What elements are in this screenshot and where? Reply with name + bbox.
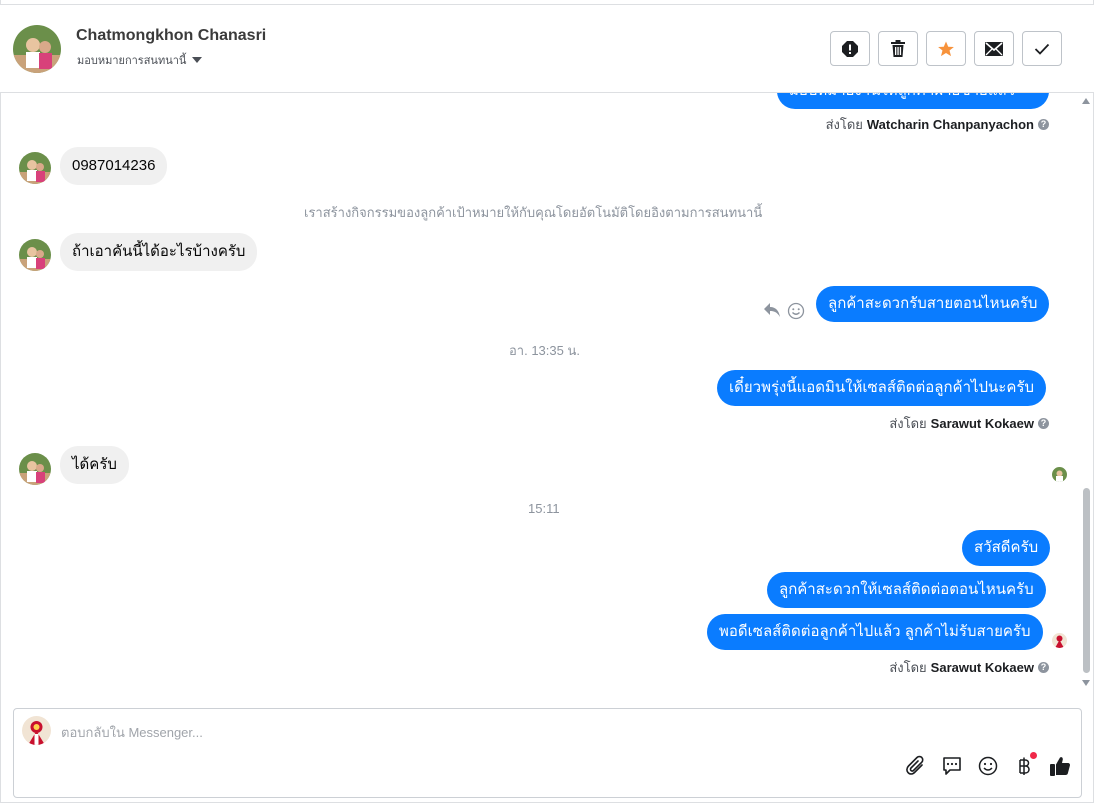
sent-by-prefix: ส่งโดย [889, 416, 927, 431]
outgoing-message-bubble[interactable]: เดี๋ยวพรุ่งนี้แอดมินให้เซลส์ติดต่อลูกค้า… [717, 370, 1046, 406]
outgoing-message-bubble[interactable]: สวัสดีครับ [962, 530, 1051, 566]
incoming-message-bubble[interactable]: 0987014236 [60, 147, 168, 185]
contact-name[interactable]: Chatmongkhon Chanasri [76, 27, 266, 45]
react-emoji-icon[interactable] [787, 302, 805, 320]
sent-by-prefix: ส่งโดย [825, 117, 863, 132]
composer-toolbar [905, 752, 1071, 778]
contact-avatar[interactable] [13, 25, 61, 73]
contact-avatar-small[interactable] [19, 152, 51, 184]
assign-conversation-dropdown[interactable]: มอบหมายการสนทนานี้ [77, 51, 203, 69]
help-icon[interactable]: ? [1038, 119, 1049, 130]
outgoing-message-bubble[interactable]: ลูกค้าสะดวกรับสายตอนไหนครับ [816, 286, 1050, 322]
reply-icon[interactable] [763, 302, 781, 318]
emoji-icon [978, 756, 998, 776]
scroll-down-arrow-icon[interactable] [1082, 680, 1090, 686]
alert-icon [842, 40, 858, 57]
trash-icon [891, 39, 905, 57]
message-thread[interactable]: มอบหมายงานให้ลูกค้าฝ่ายขายแล้ว ส่งโดย Wa… [0, 93, 1094, 700]
sent-by-agent[interactable]: Watcharin Chanpanyachon [867, 117, 1034, 132]
payment-button[interactable] [1013, 752, 1037, 778]
delete-button[interactable] [878, 31, 918, 66]
like-button[interactable] [1049, 754, 1071, 778]
sent-by-label: ส่งโดย Sarawut Kokaew ? [889, 657, 1049, 678]
star-button[interactable] [926, 31, 966, 66]
saved-reply-button[interactable] [941, 754, 963, 778]
incoming-message-bubble[interactable]: ได้ครับ [60, 446, 129, 484]
emoji-button[interactable] [977, 754, 999, 778]
scroll-up-arrow-icon[interactable] [1082, 98, 1090, 104]
incoming-message-bubble[interactable]: ถ้าเอาคันนี้ได้อะไรบ้างครับ [60, 233, 258, 271]
contact-avatar-small[interactable] [19, 239, 51, 271]
envelope-icon [985, 41, 1003, 56]
baht-payment-icon [1019, 757, 1030, 775]
like-icon [1050, 757, 1071, 776]
star-icon [938, 41, 954, 56]
outgoing-message-bubble[interactable]: พอดีเซลส์ติดต่อลูกค้าไปแล้ว ลูกค้าไม่รับ… [707, 614, 1043, 650]
help-icon[interactable]: ? [1038, 418, 1049, 429]
seen-receipt-avatar [1052, 467, 1067, 482]
sent-by-agent[interactable]: Sarawut Kokaew [931, 660, 1034, 675]
sent-by-label: ส่งโดย Watcharin Chanpanyachon ? [826, 114, 1049, 135]
notification-dot [1030, 752, 1037, 759]
chevron-down-icon [192, 57, 203, 63]
seen-receipt-avatar [1052, 633, 1067, 648]
attach-button[interactable] [905, 754, 927, 778]
outgoing-message-bubble[interactable]: ลูกค้าสะดวกให้เซลส์ติดต่อตอนไหนครับ [767, 572, 1046, 608]
mark-spam-button[interactable] [830, 31, 870, 66]
mark-done-button[interactable] [1022, 31, 1062, 66]
conversation-header: Chatmongkhon Chanasri มอบหมายการสนทนานี้ [0, 4, 1094, 93]
timestamp-divider: 15:11 [528, 501, 560, 516]
message-input[interactable] [61, 721, 861, 743]
outgoing-message-bubble[interactable]: มอบหมายงานให้ลูกค้าฝ่ายขายแล้ว [777, 93, 1049, 109]
timestamp-divider: อา. 13:35 น. [509, 343, 580, 358]
system-activity-note: เราสร้างกิจกรรมของลูกค้าเป้าหมายให้กับคุ… [304, 205, 763, 220]
contact-avatar-small[interactable] [19, 453, 51, 485]
paperclip-icon [906, 755, 924, 775]
mark-unread-button[interactable] [974, 31, 1014, 66]
reply-composer [13, 708, 1082, 798]
sent-by-prefix: ส่งโดย [889, 660, 927, 675]
page-avatar [22, 716, 51, 745]
sent-by-label: ส่งโดย Sarawut Kokaew ? [889, 413, 1049, 434]
saved-reply-icon [943, 757, 961, 775]
assign-label: มอบหมายการสนทนานี้ [77, 55, 187, 67]
sent-by-agent[interactable]: Sarawut Kokaew [931, 416, 1034, 431]
scrollbar-thumb[interactable] [1083, 488, 1090, 673]
checkmark-icon [1034, 43, 1050, 55]
help-icon[interactable]: ? [1038, 662, 1049, 673]
header-actions [830, 31, 1062, 66]
